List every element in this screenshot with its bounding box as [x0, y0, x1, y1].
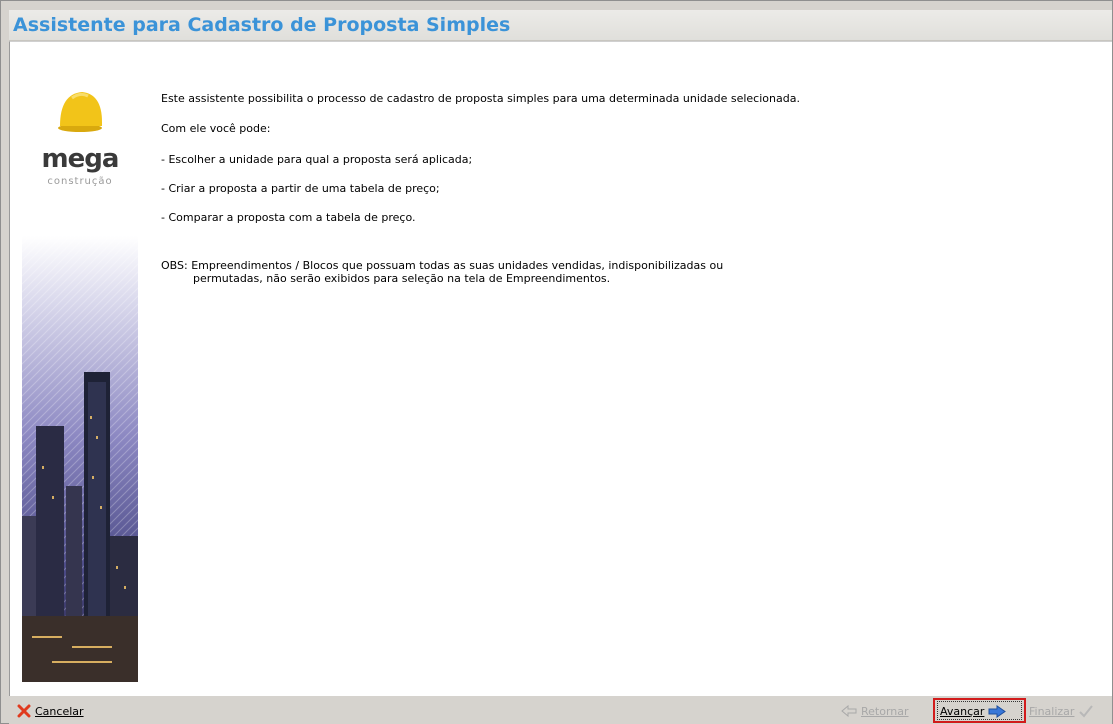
wizard-window: Assistente para Cadastro de Proposta Sim…	[0, 0, 1113, 724]
checkmark-icon	[1079, 705, 1094, 718]
brand-subtitle: construção	[47, 176, 113, 187]
next-button[interactable]: Avançar	[940, 700, 1007, 722]
content-panel	[9, 41, 1112, 696]
intro-item-1: - Escolher a unidade para qual a propost…	[161, 153, 473, 166]
intro-item-3: - Comparar a proposta com a tabela de pr…	[161, 211, 416, 224]
cancel-label: Cancelar	[35, 704, 84, 718]
finish-button[interactable]: Finalizar	[1029, 700, 1094, 722]
button-bar: Cancelar Retornar Avançar Finalizar	[9, 698, 1112, 724]
close-icon	[17, 704, 31, 718]
arrow-right-icon	[988, 704, 1007, 718]
obs-line-2: permutadas, não serão exibidos para sele…	[193, 272, 611, 285]
next-label: Avançar	[940, 704, 985, 718]
back-button[interactable]: Retornar	[841, 700, 909, 722]
intro-line-1: Este assistente possibilita o processo d…	[161, 92, 800, 105]
intro-item-2: - Criar a proposta a partir de uma tabel…	[161, 182, 440, 195]
window-title: Assistente para Cadastro de Proposta Sim…	[13, 14, 511, 36]
brand-logo: mega	[41, 144, 120, 174]
city-skyline-image	[22, 236, 138, 682]
side-banner: mega construção	[22, 46, 138, 682]
finish-label: Finalizar	[1029, 704, 1075, 718]
cancel-button[interactable]: Cancelar	[17, 700, 84, 722]
back-label: Retornar	[861, 704, 909, 718]
intro-line-2: Com ele você pode:	[161, 122, 271, 135]
title-bar: Assistente para Cadastro de Proposta Sim…	[9, 10, 1112, 41]
arrow-left-icon	[841, 705, 857, 717]
helmet-icon	[58, 92, 102, 132]
obs-line-1: OBS: Empreendimentos / Blocos que possua…	[161, 259, 724, 272]
